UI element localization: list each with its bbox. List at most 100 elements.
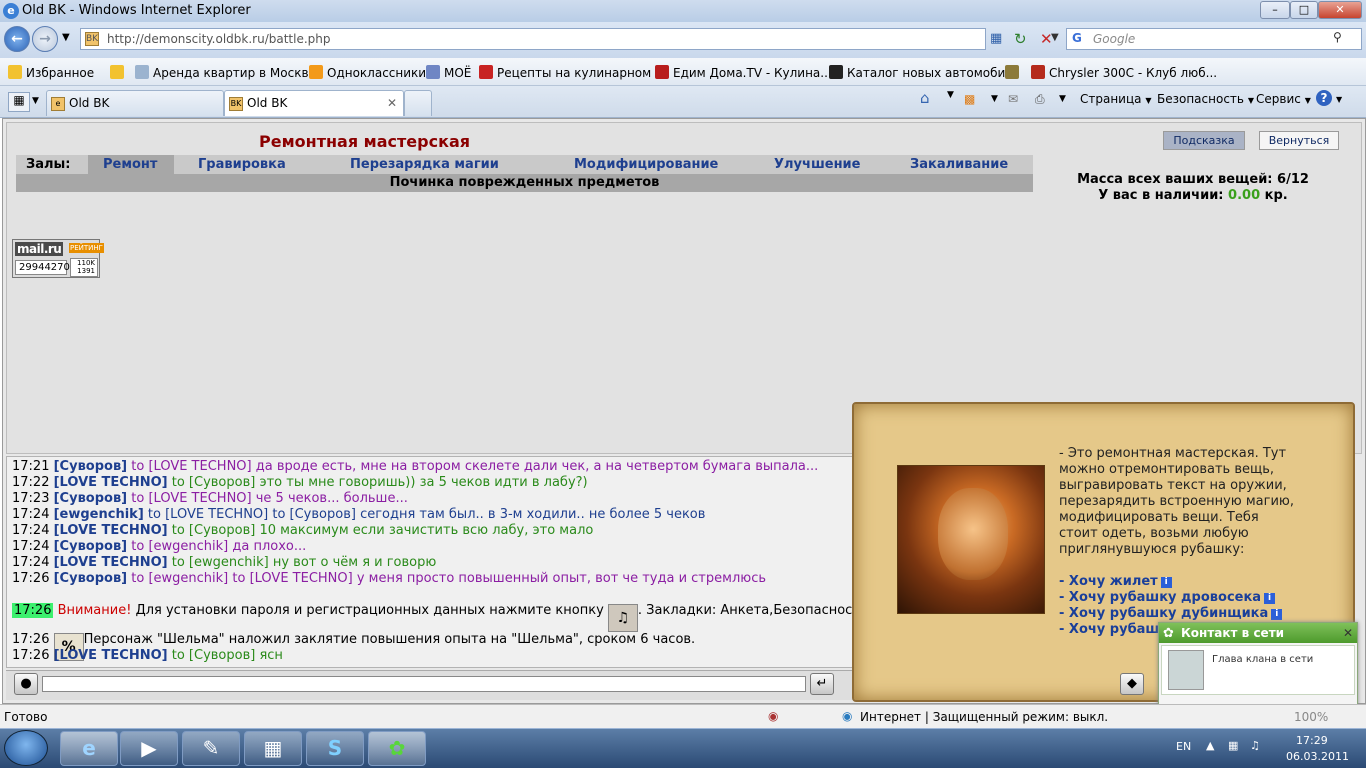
favorite-link-3[interactable]: Рецепты на кулинарном ... [479, 65, 666, 80]
taskbar-icq-icon[interactable]: ✿ [368, 731, 426, 766]
page-menu[interactable]: Страница ▼ [1080, 92, 1152, 106]
address-bar[interactable]: BK http://demonscity.oldbk.ru/battle.php… [80, 28, 1059, 50]
hall-upgrade[interactable]: Улучшение [774, 157, 860, 172]
zoom-level[interactable]: 100% [1294, 710, 1328, 724]
bag-icon[interactable]: ◆ [1120, 673, 1144, 695]
wish-club-shirt-link[interactable]: - Хочу рубашку дубинщика i [1059, 606, 1283, 621]
safety-menu[interactable]: Безопасность ▼ [1157, 92, 1254, 106]
wish-vest-link[interactable]: - Хочу жилет i [1059, 574, 1172, 589]
page-title: Ремонтная мастерская [259, 132, 471, 151]
home-dropdown-icon[interactable]: ▼ [947, 90, 954, 100]
favorites-button[interactable]: Избранное [8, 65, 94, 80]
odnoklassniki-icon [309, 65, 323, 79]
password-settings-button[interactable]: ♫ [607, 604, 638, 632]
taskbar-explorer-icon[interactable]: ▦ [244, 731, 302, 766]
language-indicator[interactable]: EN [1176, 740, 1191, 753]
address-url: http://demonscity.oldbk.ru/battle.php [107, 32, 331, 46]
quick-tabs-icon[interactable]: ▦ [8, 92, 30, 112]
chat-line: 17:24 [LOVE TECHNO] to [ewgenchik] ну во… [12, 555, 437, 570]
home-icon[interactable]: ⌂ [920, 89, 930, 107]
tab-old-bk-2[interactable]: BK Old BK ✕ [224, 90, 404, 116]
page-icon [426, 65, 440, 79]
minimize-button[interactable]: – [1260, 1, 1290, 19]
clock-time[interactable]: 17:29 [1296, 734, 1328, 747]
taskbar-skype-icon[interactable]: S [306, 731, 364, 766]
start-button[interactable] [4, 730, 48, 766]
help-dropdown-icon[interactable]: ▼ [1336, 95, 1342, 104]
info-icon[interactable]: i [1264, 593, 1276, 604]
favorites-bar: Избранное Аренда квартир в Москв... Одно… [0, 58, 1366, 86]
wish-shirt-link[interactable]: - Хочу рубаш [1059, 622, 1159, 637]
add-favorite-icon[interactable] [110, 65, 128, 80]
favorite-link-2[interactable]: МОЁ [426, 65, 471, 80]
taskbar-ie-icon[interactable]: e [60, 731, 118, 766]
tv-icon [655, 65, 669, 79]
hall-magic-recharge[interactable]: Перезарядка магии [350, 157, 499, 172]
recipes-icon [479, 65, 493, 79]
clock-date[interactable]: 06.03.2011 [1286, 750, 1349, 763]
close-button[interactable]: ✕ [1318, 1, 1362, 19]
tab-favicon: BK [229, 97, 243, 111]
chat-line: 17:26 [LOVE TECHNO] to [Суворов] ясн [12, 648, 283, 663]
tools-menu[interactable]: Сервис ▼ [1256, 92, 1311, 106]
rss-icon[interactable]: ▩ [964, 92, 975, 106]
help-icon[interactable]: ? [1316, 90, 1332, 106]
search-icon[interactable]: ⚲ [1333, 30, 1342, 44]
favorite-link-0[interactable]: Аренда квартир в Москв... [135, 65, 320, 80]
favorite-link-1[interactable]: Одноклассники [309, 65, 426, 80]
back-button[interactable]: ← [4, 26, 30, 52]
info-icon[interactable]: i [1271, 609, 1283, 620]
history-dropdown-icon[interactable]: ▼ [62, 32, 70, 43]
counter-value: 29944270 [15, 260, 70, 275]
favorite-link-4[interactable]: Едим Дома.TV - Кулина... [655, 65, 832, 80]
favorite-link-6[interactable] [1005, 65, 1023, 80]
tab-close-icon[interactable]: ✕ [387, 96, 397, 110]
mail-icon[interactable]: ✉ [1008, 92, 1018, 106]
hall-repair[interactable]: Ремонт [103, 157, 157, 172]
notification-close-icon[interactable]: ✕ [1343, 626, 1353, 640]
stop-icon[interactable]: ✕ [1040, 30, 1053, 48]
internet-zone-icon: ◉ [842, 709, 853, 723]
tray-arrow-icon[interactable]: ▲ [1206, 739, 1214, 752]
hall-engraving[interactable]: Гравировка [198, 157, 286, 172]
maximize-button[interactable]: □ [1290, 1, 1318, 19]
car-icon [829, 65, 843, 79]
taskbar-tools-icon[interactable]: ✎ [182, 731, 240, 766]
hint-button[interactable]: Подсказка [1163, 131, 1245, 150]
network-icon[interactable]: ▦ [1228, 739, 1238, 752]
search-input[interactable]: G Google ⚲ [1066, 28, 1362, 50]
print-dropdown-icon[interactable]: ▼ [1059, 94, 1066, 104]
popup-blocker-icon[interactable]: ◉ [768, 709, 778, 723]
rss-dropdown-icon[interactable]: ▼ [991, 94, 998, 104]
hall-modification[interactable]: Модифицирование [574, 157, 718, 172]
window-title: Old BK - Windows Internet Explorer [22, 3, 251, 18]
system-tray: EN ▲ ▦ ♫ 17:29 06.03.2011 [1166, 728, 1366, 768]
compatibility-icon[interactable]: ▦ [990, 31, 1002, 46]
forward-button[interactable]: → [32, 26, 58, 52]
wish-woodcutter-shirt-link[interactable]: - Хочу рубашку дровосека i [1059, 590, 1276, 605]
mailru-counter[interactable]: mail.ru РЕЙТИНГ 29944270 110K 1391 [12, 239, 104, 278]
mass-text: Масса всех ваших вещей: 6/12 [1077, 172, 1309, 187]
tab-old-bk-1[interactable]: e Old BK [46, 90, 224, 116]
new-tab-button[interactable] [404, 90, 432, 116]
icq-flower-icon: ✿ [1163, 626, 1174, 641]
chat-line: 17:22 [LOVE TECHNO] to [Суворов] это ты … [12, 475, 588, 490]
favorite-link-7[interactable]: Chrysler 300C - Клуб люб... [1031, 65, 1217, 80]
taskbar-media-player-icon[interactable]: ▶ [120, 731, 178, 766]
hall-hardening[interactable]: Закаливание [910, 157, 1008, 172]
refresh-icon[interactable]: ↻ [1014, 30, 1027, 48]
chat-line: 17:24 [Суворов] to [ewgenchik] да плохо.… [12, 539, 307, 554]
tab-list-dropdown-icon[interactable]: ▼ [32, 96, 39, 106]
hint-text: - Это ремонтная мастерская. Тут можно от… [1059, 446, 1294, 557]
info-icon[interactable]: i [1160, 577, 1172, 588]
send-icon[interactable]: ↵ [810, 673, 834, 695]
notification-message: Глава клана в сети [1212, 654, 1314, 665]
print-icon[interactable]: ⎙ [1035, 92, 1045, 107]
chat-input[interactable] [42, 676, 806, 692]
site-favicon: BK [85, 32, 99, 46]
back-button-page[interactable]: Вернуться [1259, 131, 1339, 150]
chat-mode-icon[interactable]: ● [14, 673, 38, 695]
favorite-link-5[interactable]: Каталог новых автомоби... [829, 65, 1017, 80]
star-icon [8, 65, 22, 79]
volume-icon[interactable]: ♫ [1250, 739, 1260, 752]
